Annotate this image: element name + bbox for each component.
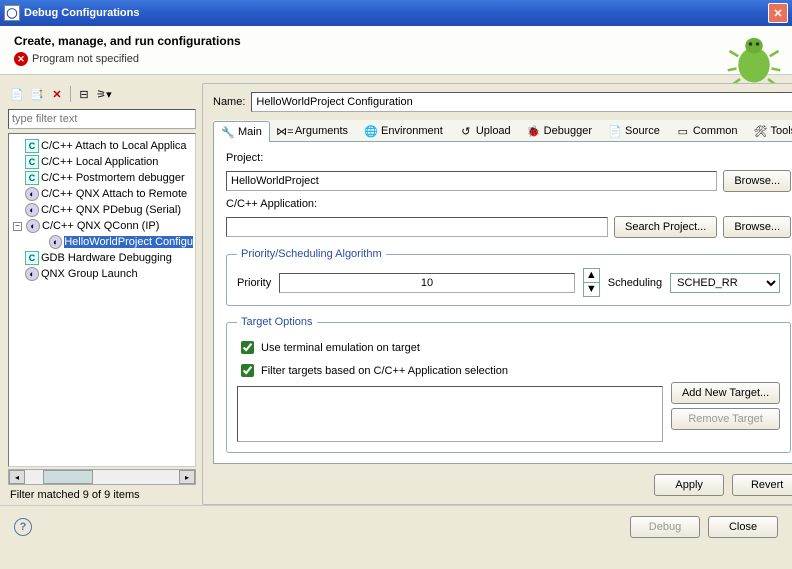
tab-main[interactable]: 🔧Main <box>213 121 270 142</box>
error-text: Program not specified <box>32 53 139 65</box>
tree-item[interactable]: CC/C++ Attach to Local Applica <box>11 138 193 154</box>
tab-debugger[interactable]: 🐞Debugger <box>519 120 600 141</box>
browse-app-button[interactable]: Browse... <box>723 216 791 238</box>
delete-icon[interactable]: ✕ <box>48 85 66 103</box>
config-tree: CC/C++ Attach to Local Applica CC/C++ Lo… <box>8 133 196 467</box>
qnx-icon: ◐ <box>25 187 39 201</box>
priority-stepper[interactable] <box>279 273 575 293</box>
tab-upload[interactable]: ↺Upload <box>451 120 519 141</box>
tab-environment[interactable]: 🌐Environment <box>356 120 451 141</box>
filter-status: Filter matched 9 of 9 items <box>8 485 196 505</box>
env-tab-icon: 🌐 <box>364 124 378 138</box>
terminal-checkbox[interactable] <box>241 341 254 354</box>
qnx-icon: ◐ <box>49 235 62 249</box>
spin-down-icon[interactable]: ▼ <box>584 283 599 296</box>
browse-project-button[interactable]: Browse... <box>723 170 791 192</box>
apply-button[interactable]: Apply <box>654 474 724 496</box>
qnx-icon: ◐ <box>26 219 40 233</box>
priority-legend: Priority/Scheduling Algorithm <box>237 248 386 260</box>
app-icon: ◯ <box>4 5 20 21</box>
tools-tab-icon: 🛠 <box>753 124 767 138</box>
qnx-icon: ◐ <box>25 203 39 217</box>
tree-item-selected[interactable]: ◐HelloWorldProject Configu <box>11 234 193 250</box>
tree-toolbar: 📄 📑 ✕ ⊟ ⚞▾ <box>8 83 196 105</box>
target-legend: Target Options <box>237 316 317 328</box>
close-icon[interactable]: ✕ <box>768 3 788 23</box>
c-icon: C <box>25 139 39 153</box>
filter-menu-icon[interactable]: ⚞▾ <box>95 85 113 103</box>
args-tab-icon: ⋈= <box>278 124 292 138</box>
tab-source[interactable]: 📄Source <box>600 120 668 141</box>
tab-tools[interactable]: 🛠Tools <box>745 120 792 141</box>
debug-button[interactable]: Debug <box>630 516 700 538</box>
close-button[interactable]: Close <box>708 516 778 538</box>
error-icon: ✕ <box>14 52 28 66</box>
revert-button[interactable]: Revert <box>732 474 792 496</box>
filter-targets-checkbox[interactable] <box>241 364 254 377</box>
tab-arguments[interactable]: ⋈=Arguments <box>270 120 356 141</box>
c-icon: C <box>25 171 39 185</box>
search-project-button[interactable]: Search Project... <box>614 216 717 238</box>
scheduling-label: Scheduling <box>608 277 662 289</box>
c-icon: C <box>25 251 39 265</box>
main-tab-icon: 🔧 <box>221 125 235 139</box>
debug-tab-icon: 🐞 <box>527 124 541 138</box>
collapse-toggle[interactable]: − <box>13 222 22 231</box>
add-target-button[interactable]: Add New Target... <box>671 382 780 404</box>
upload-tab-icon: ↺ <box>459 124 473 138</box>
spin-up-icon[interactable]: ▲ <box>584 269 599 283</box>
tree-item[interactable]: ◐C/C++ QNX Attach to Remote <box>11 186 193 202</box>
priority-label: Priority <box>237 277 271 289</box>
filter-targets-label: Filter targets based on C/C++ Applicatio… <box>261 365 508 377</box>
remove-target-button[interactable]: Remove Target <box>671 408 780 430</box>
scheduling-select[interactable]: SCHED_RR <box>670 273 780 293</box>
app-input[interactable] <box>226 217 608 237</box>
tree-item-expandable[interactable]: −◐C/C++ QNX QConn (IP) <box>11 218 193 234</box>
tree-item[interactable]: CC/C++ Postmortem debugger <box>11 170 193 186</box>
common-tab-icon: ▭ <box>676 124 690 138</box>
collapse-icon[interactable]: ⊟ <box>75 85 93 103</box>
project-label: Project: <box>226 152 791 164</box>
tree-item[interactable]: ◐C/C++ QNX PDebug (Serial) <box>11 202 193 218</box>
project-input[interactable] <box>226 171 717 191</box>
help-icon[interactable]: ? <box>14 518 32 536</box>
tree-item[interactable]: ◐QNX Group Launch <box>11 266 193 282</box>
terminal-label: Use terminal emulation on target <box>261 342 420 354</box>
bug-icon <box>726 30 782 86</box>
c-icon: C <box>25 155 39 169</box>
scroll-left-icon[interactable]: ◂ <box>9 470 25 484</box>
tree-item[interactable]: CC/C++ Local Application <box>11 154 193 170</box>
scroll-thumb[interactable] <box>43 470 93 484</box>
app-label: C/C++ Application: <box>226 198 791 210</box>
filter-input[interactable] <box>8 109 196 129</box>
target-list[interactable] <box>237 386 663 442</box>
name-label: Name: <box>213 96 245 108</box>
page-title: Create, manage, and run configurations <box>14 34 778 48</box>
new-config-icon[interactable]: 📄 <box>8 85 26 103</box>
tree-item[interactable]: CGDB Hardware Debugging <box>11 250 193 266</box>
scroll-right-icon[interactable]: ▸ <box>179 470 195 484</box>
name-input[interactable] <box>251 92 792 112</box>
window-title: Debug Configurations <box>24 7 768 19</box>
qnx-icon: ◐ <box>25 267 39 281</box>
tab-common[interactable]: ▭Common <box>668 120 746 141</box>
duplicate-icon[interactable]: 📑 <box>28 85 46 103</box>
horizontal-scrollbar[interactable]: ◂ ▸ <box>8 469 196 485</box>
tab-bar: 🔧Main ⋈=Arguments 🌐Environment ↺Upload 🐞… <box>213 120 792 142</box>
source-tab-icon: 📄 <box>608 124 622 138</box>
separator <box>70 86 71 102</box>
